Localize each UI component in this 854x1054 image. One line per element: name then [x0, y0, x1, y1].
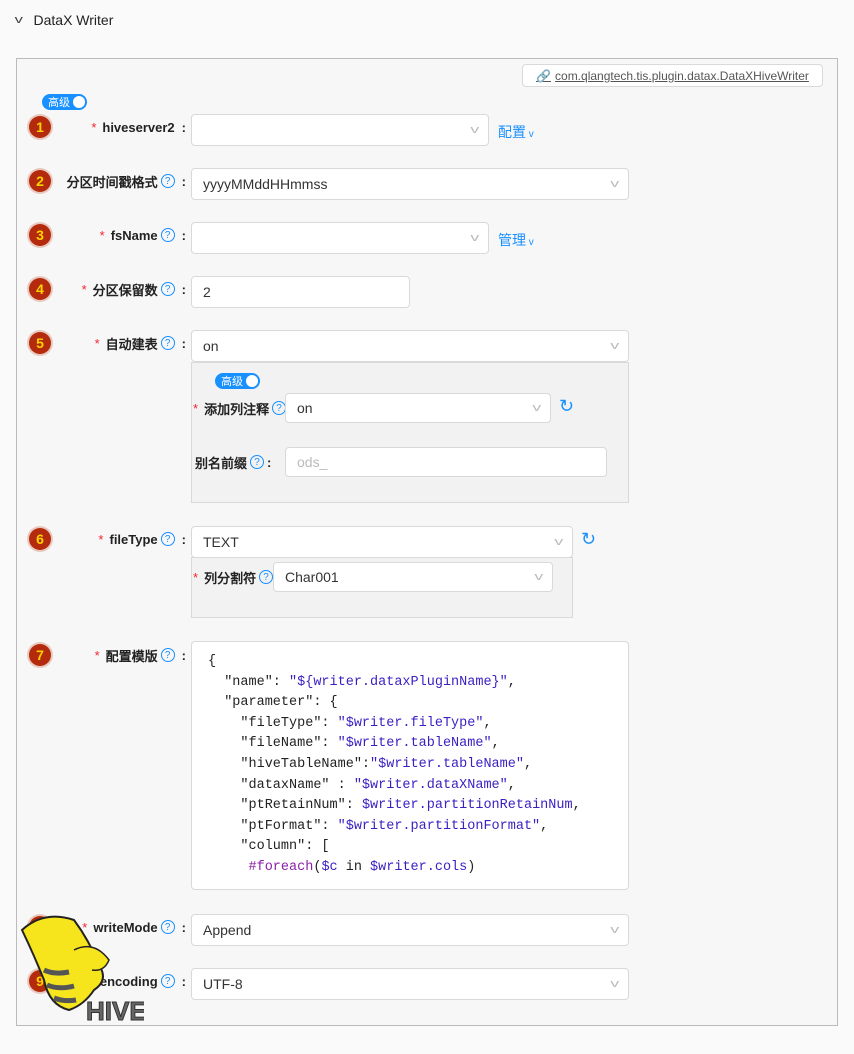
help-icon[interactable]: ?	[160, 336, 175, 350]
chevron-down-icon: v	[609, 340, 619, 352]
encoding-select[interactable]: UTF-8 v	[191, 968, 629, 1000]
field-label-text: fsName	[110, 227, 158, 243]
field-label-text: 自动建表	[105, 336, 158, 352]
select-value: Append	[203, 922, 252, 938]
refresh-icon[interactable]: ↻	[559, 396, 574, 417]
select-value: on	[203, 338, 219, 354]
code-line: {	[208, 654, 217, 669]
chevron-down-icon: v	[526, 237, 534, 248]
help-icon[interactable]: ?	[250, 455, 265, 469]
hiveserver2-select[interactable]: v	[191, 114, 489, 146]
chevron-down-icon: v	[531, 402, 541, 414]
advanced-toggle-label: 高级	[48, 97, 70, 109]
configure-label: 配置	[498, 124, 526, 140]
select-value: yyyyMMddHHmmss	[203, 176, 328, 192]
chevron-down-icon: v	[526, 129, 534, 140]
step-badge: 5	[29, 332, 51, 354]
section-title: DataX Writer	[33, 12, 114, 28]
chevron-down-icon: v	[14, 14, 23, 26]
write-mode-select[interactable]: Append v	[191, 914, 629, 946]
field-label: * 分区保留数?:	[81, 281, 186, 298]
field-label: * 自动建表?:	[94, 335, 186, 352]
subform-advanced-toggle[interactable]: 高级	[215, 373, 260, 389]
chevron-down-icon: v	[609, 924, 619, 936]
select-value: TEXT	[203, 534, 239, 550]
chevron-down-icon: v	[533, 571, 543, 583]
field-label: * fileType?:	[98, 531, 186, 547]
code-line: "fileName": "$writer.tableName",	[208, 736, 500, 752]
field-label-text: fileType	[109, 531, 158, 547]
help-icon[interactable]: ?	[160, 974, 175, 988]
code-line: "parameter": {	[208, 695, 338, 711]
step-badge: 7	[29, 644, 51, 666]
field-label: * 配置模版?:	[94, 647, 186, 664]
help-icon[interactable]: ?	[160, 174, 175, 188]
field-label: * fsName?:	[99, 227, 186, 243]
step-badge: 3	[29, 224, 51, 246]
link-icon: 🔗	[536, 68, 552, 83]
manage-dropdown[interactable]: 管理 v	[498, 230, 534, 250]
col-comment-label: * 添加列注释?	[193, 398, 287, 418]
input-value: 2	[203, 284, 211, 300]
code-line: "fileType": "$writer.fileType",	[208, 715, 492, 731]
help-icon[interactable]: ?	[160, 228, 175, 242]
select-value: on	[297, 400, 313, 416]
field-label-text: 分区时间戳格式	[66, 174, 158, 190]
field-label-text: hiveserver2	[102, 119, 175, 135]
partition-format-select[interactable]: yyyyMMddHHmmss v	[191, 168, 629, 200]
chevron-down-icon: v	[553, 536, 563, 548]
configure-dropdown[interactable]: 配置 v	[498, 122, 534, 142]
step-badge: 2	[29, 170, 51, 192]
template-code-editor[interactable]: { "name": "${writer.dataxPluginName}", "…	[191, 641, 629, 890]
field-label: 分区时间戳格式?:	[66, 173, 186, 190]
select-value: UTF-8	[203, 976, 243, 992]
refresh-icon[interactable]: ↻	[581, 529, 596, 550]
alias-prefix-label: 别名前缀?:	[195, 454, 272, 471]
alias-prefix-input[interactable]: ods_	[285, 447, 607, 477]
hive-logo: HIVE	[20, 915, 144, 1026]
step-badge: 6	[29, 528, 51, 550]
field-label-text: 分区保留数	[92, 282, 158, 298]
field-separator-select[interactable]: Char001 v	[273, 562, 553, 592]
help-icon[interactable]: ?	[272, 401, 287, 415]
partition-retain-input[interactable]: 2	[191, 276, 410, 308]
chevron-down-icon: v	[609, 978, 619, 990]
field-separator-label: * 列分割符?	[193, 567, 274, 587]
code-line: #foreach($c in $writer.cols)	[208, 859, 476, 875]
fsname-select[interactable]: v	[191, 222, 489, 254]
step-badge: 1	[29, 116, 51, 138]
code-line: "name": "${writer.dataxPluginName}",	[208, 674, 516, 690]
field-label-text: 配置模版	[105, 648, 158, 664]
input-placeholder: ods_	[297, 454, 328, 470]
code-line: "ptRetainNum": $writer.partitionRetainNu…	[208, 798, 581, 814]
code-line: "ptFormat": "$writer.partitionFormat",	[208, 818, 549, 834]
step-badge: 4	[29, 278, 51, 300]
advanced-toggle-label: 高级	[221, 376, 243, 388]
manage-label: 管理	[498, 232, 526, 248]
select-value: Char001	[285, 569, 339, 585]
auto-create-table-select[interactable]: on v	[191, 330, 629, 362]
chevron-down-icon: v	[469, 124, 479, 136]
file-type-select[interactable]: TEXT v	[191, 526, 573, 558]
help-icon[interactable]: ?	[160, 282, 175, 296]
code-line: "column": [	[208, 839, 330, 855]
help-icon[interactable]: ?	[160, 920, 175, 934]
advanced-toggle[interactable]: 高级	[42, 94, 87, 110]
code-line: "dataxName" : "$writer.dataXName",	[208, 777, 516, 793]
svg-text:HIVE: HIVE	[86, 996, 144, 1026]
code-line: "hiveTableName":"$writer.tableName",	[208, 756, 533, 772]
collapse-header[interactable]: v DataX Writer	[14, 12, 114, 28]
help-icon[interactable]: ?	[259, 570, 274, 584]
help-icon[interactable]: ?	[160, 532, 175, 546]
help-icon[interactable]: ?	[160, 648, 175, 662]
plugin-class-link[interactable]: 🔗 com.qlangtech.tis.plugin.datax.DataXHi…	[522, 64, 823, 87]
plugin-class-text: com.qlangtech.tis.plugin.datax.DataXHive…	[555, 68, 809, 83]
field-label: * hiveserver2:	[91, 119, 186, 135]
chevron-down-icon: v	[469, 232, 479, 244]
chevron-down-icon: v	[609, 178, 619, 190]
col-comment-select[interactable]: on v	[285, 393, 551, 423]
